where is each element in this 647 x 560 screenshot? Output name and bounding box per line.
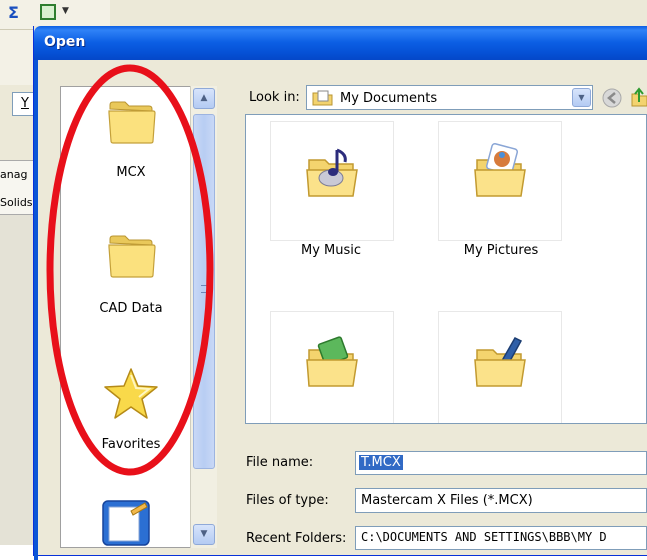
recent-folders-select[interactable]: C:\DOCUMENTS AND SETTINGS\BBB\MY D [355,526,647,550]
file-label: My Music [300,243,362,258]
file-type-select[interactable]: Mastercam X Files (*.MCX) [355,488,647,513]
file-label: My Pictures [463,243,539,258]
recent-folders-label: Recent Folders: [246,531,347,546]
file-item-my-music[interactable] [270,121,394,241]
file-name-value: T.MCX [359,455,403,470]
chart-icon[interactable] [40,4,56,20]
place-desktop[interactable] [61,497,201,547]
recent-folders-value: C:\DOCUMENTS AND SETTINGS\BBB\MY D [361,530,607,544]
look-in-value: My Documents [340,91,438,106]
annotation-oval [46,64,214,476]
look-in-select[interactable]: My Documents ▼ [306,85,593,110]
file-list[interactable]: My Music My Pictures [245,114,647,424]
pictures-folder-icon [474,143,526,197]
file-name-input[interactable]: T.MCX [355,451,647,475]
chevron-down-icon[interactable]: ▼ [62,6,69,16]
file-item-my-videos[interactable] [270,311,394,423]
file-type-value: Mastercam X Files (*.MCX) [361,493,533,508]
file-name-label: File name: [246,455,314,470]
file-item-my-pictures[interactable] [438,121,562,241]
look-in-label: Look in: [249,90,300,105]
scroll-down-button[interactable]: ▼ [193,524,215,545]
back-icon[interactable] [601,87,623,109]
file-type-label: Files of type: [246,493,329,508]
my-documents-icon [312,90,333,106]
chevron-down-icon[interactable]: ▼ [572,88,591,107]
file-item-my-drawings[interactable] [438,311,562,423]
video-folder-icon [306,336,358,387]
dialog-title: Open [44,34,86,50]
pen-folder-icon [474,337,526,387]
notepad-icon [102,500,150,546]
sigma-icon[interactable]: Σ [8,3,19,22]
music-folder-icon [306,148,358,197]
dialog-border [34,60,38,560]
up-folder-icon[interactable] [630,86,647,108]
